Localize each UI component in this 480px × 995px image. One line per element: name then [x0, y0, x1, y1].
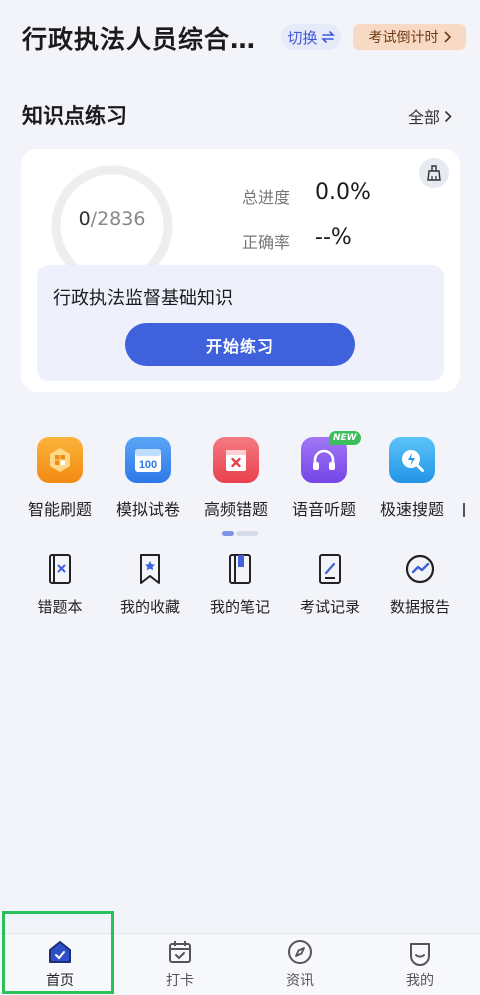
tool-error-book[interactable]: 错题本: [15, 552, 105, 617]
mock-exam-icon: 100: [125, 437, 171, 483]
tool-label: 我的收藏: [119, 598, 180, 616]
feature-frequent-errors[interactable]: 高频错题: [192, 437, 280, 520]
app-title[interactable]: 行政执法人员综合…: [22, 20, 256, 56]
feature-quick-search[interactable]: 极速搜题: [368, 437, 456, 520]
tool-label: 数据报告: [389, 598, 450, 616]
feature-label: 高频错题: [203, 500, 268, 519]
accuracy-label: 正确率: [242, 233, 291, 252]
tool-notes[interactable]: 我的笔记: [195, 552, 285, 617]
progress-value: 0.0%: [315, 180, 371, 205]
countdown-label: 考试倒计时: [368, 30, 439, 46]
broom-icon: [427, 165, 441, 181]
svg-text:100: 100: [139, 459, 157, 471]
tool-label: 我的笔记: [209, 598, 270, 616]
nav-label: 资讯: [286, 973, 314, 989]
feature-smart-practice[interactable]: 智能刷题: [16, 437, 104, 520]
progress-count: 0/2836: [78, 208, 146, 230]
feature-mock-exam[interactable]: 100 模拟试卷: [104, 437, 192, 520]
accuracy-value: --%: [315, 225, 352, 250]
page-dot: [236, 531, 258, 536]
data-report-icon: [403, 552, 437, 586]
progress-label: 总进度: [242, 188, 291, 207]
section-title: 知识点练习: [22, 104, 127, 128]
feature-voice-listen[interactable]: 语音听题: [280, 437, 368, 520]
compass-icon: [288, 940, 312, 964]
page-dot-active: [222, 531, 234, 536]
feature-label: 语音听题: [291, 500, 356, 519]
clear-progress-button[interactable]: [419, 158, 449, 188]
calendar-check-icon: [169, 941, 191, 963]
view-all-link[interactable]: 全部: [408, 104, 452, 128]
profile-icon: [410, 943, 430, 966]
chevron-right-icon: [444, 110, 452, 122]
view-all-label: 全部: [408, 108, 441, 127]
tool-label: 错题本: [37, 598, 83, 616]
nav-profile[interactable]: 我的: [360, 938, 480, 990]
tool-label: 考试记录: [299, 598, 360, 616]
feature-label: 极速搜题: [379, 500, 444, 519]
exam-countdown-button[interactable]: 考试倒计时: [353, 24, 466, 50]
scroll-hint-divider: [463, 503, 465, 517]
nav-checkin[interactable]: 打卡: [120, 938, 240, 990]
smart-practice-icon: [37, 437, 83, 483]
quick-search-icon: [389, 437, 435, 483]
page-indicator: [222, 531, 258, 537]
feature-label: 模拟试卷: [115, 500, 180, 519]
new-badge: NEW: [329, 431, 361, 445]
start-practice-button[interactable]: 开始练习: [125, 323, 355, 366]
tool-data-report[interactable]: 数据报告: [375, 552, 465, 617]
swap-icon: [320, 31, 335, 43]
switch-label: 切换: [287, 28, 318, 47]
selection-highlight: [2, 911, 114, 994]
subject-name[interactable]: 行政执法监督基础知识: [53, 284, 233, 310]
tool-exam-records[interactable]: 考试记录: [285, 552, 375, 617]
frequent-errors-icon: [213, 437, 259, 483]
exam-record-icon: [313, 552, 347, 586]
switch-button[interactable]: 切换: [281, 24, 341, 50]
progress-total: 2836: [97, 208, 146, 230]
nav-label: 我的: [406, 973, 434, 989]
nav-label: 打卡: [166, 973, 194, 989]
feature-label: 智能刷题: [27, 500, 92, 519]
tool-bookmarks[interactable]: 我的收藏: [105, 552, 195, 617]
bookmark-icon: [133, 552, 167, 586]
chevron-right-icon: [443, 31, 451, 43]
nav-news[interactable]: 资讯: [240, 938, 360, 990]
notes-icon: [223, 552, 257, 586]
error-book-icon: [43, 552, 77, 586]
progress-done: 0: [78, 208, 91, 230]
